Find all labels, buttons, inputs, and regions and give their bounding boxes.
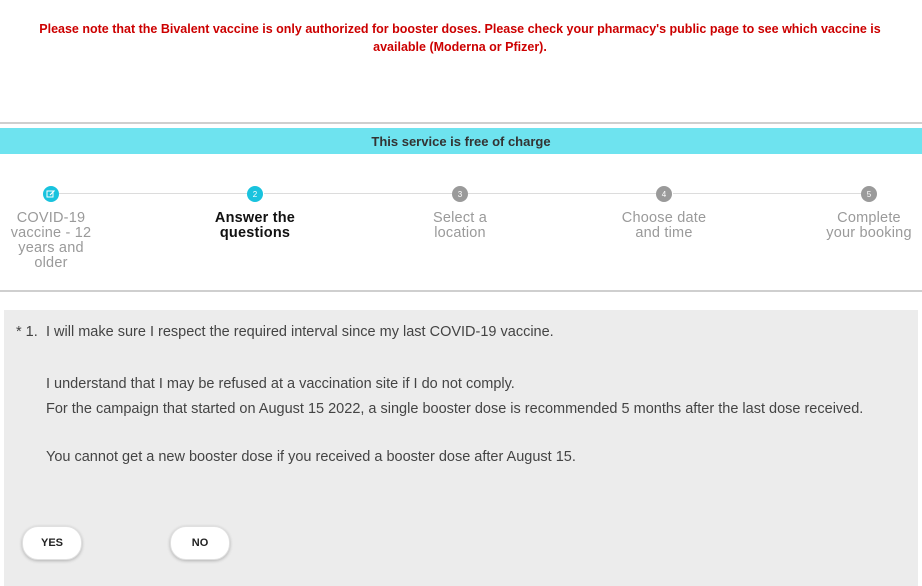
step-connector <box>59 193 247 194</box>
step-3-label: Select a location <box>433 210 487 241</box>
question-text: I will make sure I respect the required … <box>46 324 554 340</box>
step-1-label[interactable]: COVID-19 vaccine - 12 years and older <box>0 211 102 271</box>
step-2-label: Answer the questions <box>214 210 296 241</box>
step-3-indicator: 3 <box>452 186 468 202</box>
booking-stepper: 2 3 4 5 COVID-19 vaccine - 12 years and … <box>0 166 922 290</box>
question-panel: * 1. I will make sure I respect the requ… <box>4 310 918 586</box>
stepper-divider <box>0 290 922 292</box>
step-2-indicator: 2 <box>247 186 263 202</box>
free-service-banner: This service is free of charge <box>0 128 922 154</box>
question-number: * 1. <box>16 324 38 340</box>
step-connector <box>264 193 452 194</box>
question-detail-booster: You cannot get a new booster dose if you… <box>46 449 576 465</box>
step-5-indicator: 5 <box>861 186 877 202</box>
step-4-indicator: 4 <box>656 186 672 202</box>
step-5-label: Complete your booking <box>826 210 912 241</box>
step-connector <box>468 193 656 194</box>
bivalent-notice: Please note that the Bivalent vaccine is… <box>39 22 881 54</box>
question-details: I understand that I may be refused at a … <box>46 372 896 470</box>
step-4-label: Choose date and time <box>621 210 707 241</box>
yes-button[interactable]: YES <box>22 526 82 560</box>
edit-icon <box>46 190 55 198</box>
question-detail-refusal: I understand that I may be refused at a … <box>46 376 515 392</box>
question-detail-campaign: For the campaign that started on August … <box>46 400 864 417</box>
top-divider <box>0 122 922 124</box>
step-1-edit-icon[interactable] <box>43 186 59 202</box>
free-service-text: This service is free of charge <box>371 133 551 149</box>
no-button[interactable]: NO <box>170 526 230 560</box>
step-connector <box>673 193 861 194</box>
